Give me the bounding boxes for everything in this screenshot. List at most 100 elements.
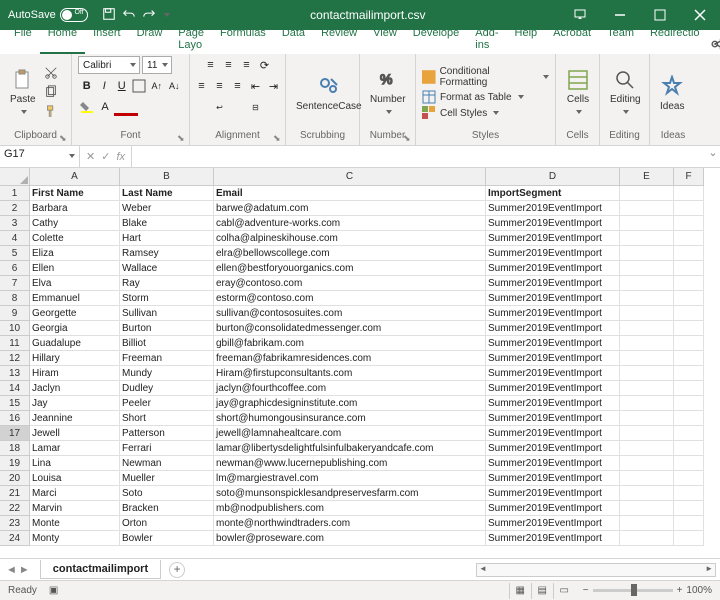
cell[interactable]: Summer2019EventImport — [486, 486, 620, 501]
cell[interactable]: Summer2019EventImport — [486, 411, 620, 426]
row-header[interactable]: 9 — [0, 306, 30, 321]
cell[interactable] — [674, 291, 704, 306]
cell[interactable]: Freeman — [120, 351, 214, 366]
row-header[interactable]: 19 — [0, 456, 30, 471]
cell[interactable] — [620, 216, 674, 231]
cell[interactable] — [620, 501, 674, 516]
cell[interactable]: Eliza — [30, 246, 120, 261]
column-header[interactable]: E — [620, 168, 674, 186]
cell[interactable]: gbill@fabrikam.com — [214, 336, 486, 351]
cell[interactable]: Marvin — [30, 501, 120, 516]
cell[interactable]: Last Name — [120, 186, 214, 201]
cell[interactable] — [620, 351, 674, 366]
cell[interactable]: Hiram@firstupconsultants.com — [214, 366, 486, 381]
cell[interactable] — [674, 231, 704, 246]
dialog-launcher-icon[interactable]: ⬊ — [177, 133, 187, 143]
cell[interactable]: Storm — [120, 291, 214, 306]
cell[interactable] — [620, 531, 674, 546]
cell[interactable]: Weber — [120, 201, 214, 216]
align-top-icon[interactable]: ≡ — [202, 56, 220, 74]
tab-file[interactable]: File — [6, 23, 40, 54]
tab-team[interactable]: Team — [599, 23, 642, 54]
name-box[interactable]: G17 — [0, 146, 80, 167]
row-header[interactable]: 13 — [0, 366, 30, 381]
wrap-text-icon[interactable]: ↩ — [202, 98, 238, 116]
tab-redirectio[interactable]: Redirectio — [642, 23, 708, 54]
horizontal-scrollbar[interactable] — [476, 563, 716, 577]
cell[interactable] — [674, 216, 704, 231]
cell[interactable]: Bracken — [120, 501, 214, 516]
cell[interactable] — [674, 516, 704, 531]
cell[interactable]: Mueller — [120, 471, 214, 486]
row-header[interactable]: 8 — [0, 291, 30, 306]
indent-increase-icon[interactable]: ⇥ — [265, 77, 283, 95]
cell[interactable] — [620, 201, 674, 216]
dialog-launcher-icon[interactable]: ⬊ — [403, 133, 413, 143]
column-header[interactable]: A — [30, 168, 120, 186]
spreadsheet-grid[interactable]: ABCDEF 1First NameLast NameEmailImportSe… — [0, 168, 720, 558]
font-name-combo[interactable]: Calibri — [78, 56, 140, 74]
tab-add-ins[interactable]: Add-ins — [467, 23, 506, 54]
cell[interactable] — [620, 516, 674, 531]
format-as-table-button[interactable]: Format as Table — [422, 89, 549, 105]
accept-formula-icon[interactable]: ✓ — [101, 150, 110, 163]
cell[interactable]: Georgette — [30, 306, 120, 321]
cell[interactable]: Summer2019EventImport — [486, 426, 620, 441]
row-header[interactable]: 10 — [0, 321, 30, 336]
cell[interactable]: Jewell — [30, 426, 120, 441]
align-right-icon[interactable]: ≡ — [229, 77, 247, 95]
cell[interactable]: cabl@adventure-works.com — [214, 216, 486, 231]
cell[interactable]: Louisa — [30, 471, 120, 486]
cell[interactable]: Hillary — [30, 351, 120, 366]
cell[interactable]: Wallace — [120, 261, 214, 276]
cell[interactable] — [620, 291, 674, 306]
row-header[interactable]: 4 — [0, 231, 30, 246]
sheet-nav-next-icon[interactable]: ► — [19, 564, 30, 576]
merge-button[interactable]: ⊟ — [238, 98, 274, 116]
cell[interactable]: Billiot — [120, 336, 214, 351]
decrease-font-icon[interactable]: A↓ — [166, 77, 184, 95]
cell[interactable]: jewell@lamnahealtcare.com — [214, 426, 486, 441]
cell[interactable]: Short — [120, 411, 214, 426]
fx-icon[interactable]: fx — [116, 151, 125, 163]
normal-view-icon[interactable]: ▦ — [509, 583, 531, 599]
toggle-switch[interactable]: Off — [60, 8, 88, 22]
cell[interactable]: Summer2019EventImport — [486, 231, 620, 246]
cell[interactable] — [674, 186, 704, 201]
cell[interactable]: Dudley — [120, 381, 214, 396]
cell[interactable]: Ferrari — [120, 441, 214, 456]
cell[interactable]: Summer2019EventImport — [486, 261, 620, 276]
column-header[interactable]: B — [120, 168, 214, 186]
cell[interactable]: Sullivan — [120, 306, 214, 321]
cell[interactable]: burton@consolidatedmessenger.com — [214, 321, 486, 336]
cell[interactable] — [674, 246, 704, 261]
macro-record-icon[interactable]: ▣ — [49, 585, 58, 596]
cell[interactable]: Summer2019EventImport — [486, 291, 620, 306]
undo-icon[interactable] — [122, 7, 136, 24]
cell[interactable]: Summer2019EventImport — [486, 351, 620, 366]
copy-icon[interactable] — [44, 85, 58, 102]
select-all-corner[interactable] — [0, 168, 30, 186]
row-header[interactable]: 3 — [0, 216, 30, 231]
cell[interactable]: Marci — [30, 486, 120, 501]
align-middle-icon[interactable]: ≡ — [220, 56, 238, 74]
row-header[interactable]: 17 — [0, 426, 30, 441]
cell[interactable]: Summer2019EventImport — [486, 216, 620, 231]
cut-icon[interactable] — [44, 66, 58, 83]
cell[interactable]: mb@nodpublishers.com — [214, 501, 486, 516]
conditional-formatting-button[interactable]: Conditional Formatting — [422, 65, 549, 89]
cell[interactable]: Colette — [30, 231, 120, 246]
cell[interactable] — [620, 381, 674, 396]
cell[interactable]: short@humongousinsurance.com — [214, 411, 486, 426]
cell[interactable]: Newman — [120, 456, 214, 471]
tab-formulas[interactable]: Formulas — [212, 23, 274, 54]
row-header[interactable]: 6 — [0, 261, 30, 276]
row-header[interactable]: 21 — [0, 486, 30, 501]
align-left-icon[interactable]: ≡ — [193, 77, 211, 95]
tab-view[interactable]: View — [365, 23, 405, 54]
cell[interactable]: Burton — [120, 321, 214, 336]
cell[interactable] — [674, 306, 704, 321]
tab-page layo[interactable]: Page Layo — [170, 23, 212, 54]
cell[interactable]: Jaclyn — [30, 381, 120, 396]
cells-button[interactable]: Cells — [562, 66, 594, 120]
